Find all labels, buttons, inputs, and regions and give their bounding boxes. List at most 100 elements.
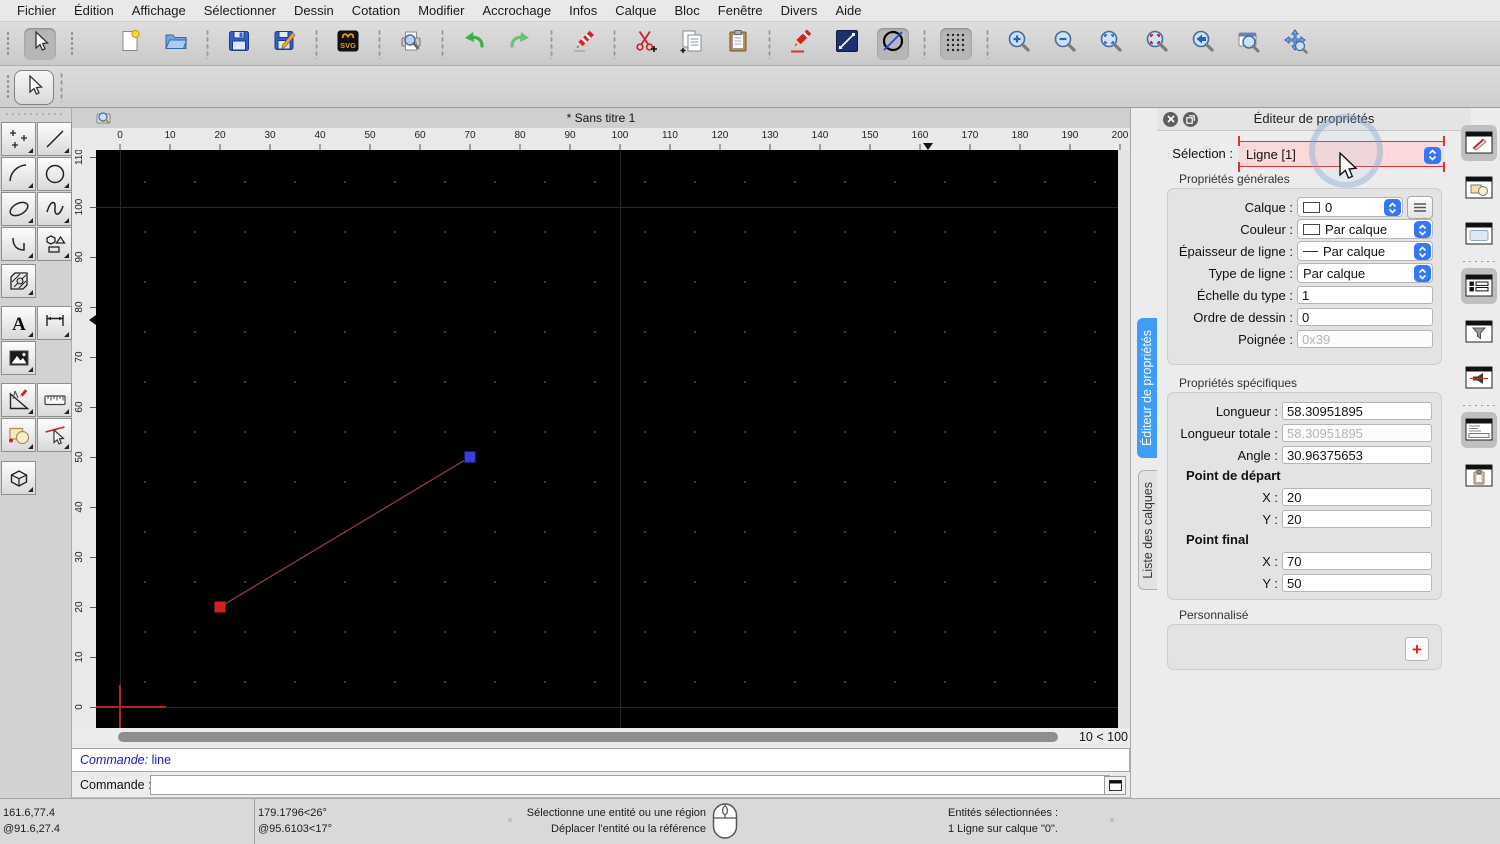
property-input[interactable] <box>1282 488 1432 506</box>
property-input[interactable] <box>1282 510 1432 528</box>
save-as-button[interactable] <box>269 28 301 60</box>
menu-dessin[interactable]: Dessin <box>285 0 343 22</box>
menu-infos[interactable]: Infos <box>560 0 606 22</box>
layer-menu-button[interactable] <box>1407 195 1433 219</box>
tab-property-editor[interactable]: Éditeur de propriétés <box>1137 318 1157 458</box>
property-label: Couleur : <box>1240 221 1293 237</box>
tool-block-button[interactable] <box>1 418 36 452</box>
tool-arc-button[interactable] <box>1 157 36 191</box>
property-input[interactable] <box>1282 402 1432 420</box>
stepper-icon[interactable] <box>1413 221 1431 238</box>
toolbar-grip[interactable] <box>6 74 10 100</box>
tool-ellipse-button[interactable] <box>1 192 36 226</box>
dock-clipboard-window-icon[interactable] <box>1461 458 1497 494</box>
zoom-in-button[interactable] <box>1003 28 1035 60</box>
property-combobox[interactable]: 0 <box>1297 197 1404 217</box>
dock-command-window-icon[interactable] <box>1461 412 1497 448</box>
zoom-auto-button[interactable] <box>1095 28 1127 60</box>
h-scrollbar-thumb[interactable] <box>118 732 1058 742</box>
open-file-button[interactable] <box>160 28 192 60</box>
palette-grip[interactable] <box>4 112 66 116</box>
menu-bloc[interactable]: Bloc <box>665 0 708 22</box>
dock-filter-window-icon[interactable] <box>1461 314 1497 350</box>
property-input[interactable] <box>1282 446 1432 464</box>
property-input[interactable] <box>1297 308 1433 326</box>
dock-block-window-icon[interactable] <box>1461 170 1497 206</box>
tool-ruler-button[interactable] <box>37 383 72 417</box>
copy-button[interactable] <box>676 28 708 60</box>
menu-divers[interactable]: Divers <box>772 0 827 22</box>
menu-fichier[interactable]: Fichier <box>8 0 65 22</box>
line-tool-icon <box>834 28 860 59</box>
zoom-out-button[interactable] <box>1049 28 1081 60</box>
tool-cube-button[interactable] <box>1 461 36 495</box>
toolbar-grip[interactable] <box>6 30 10 57</box>
tool-hatch-button[interactable] <box>1 264 36 298</box>
menu-calque[interactable]: Calque <box>606 0 665 22</box>
delete-button[interactable] <box>567 28 599 60</box>
property-combobox[interactable]: Par calque <box>1297 219 1433 239</box>
tool-circle-button[interactable] <box>37 157 72 191</box>
line-icon-button[interactable] <box>831 28 863 60</box>
property-input[interactable] <box>1297 286 1433 304</box>
print-preview-button[interactable] <box>395 28 427 60</box>
grid-toggle-button[interactable] <box>940 27 972 60</box>
tool-points-button[interactable] <box>1 122 36 156</box>
stepper-icon[interactable] <box>1413 265 1431 282</box>
property-row: Calque : 0 <box>1176 195 1433 219</box>
dock-entity-list-window-icon[interactable] <box>1461 268 1497 304</box>
menu-selectionner[interactable]: Sélectionner <box>195 0 285 22</box>
property-combobox[interactable]: Par calque <box>1297 241 1433 261</box>
document-tab-bar[interactable]: * Sans titre 1 <box>72 108 1130 129</box>
tool-measure-button[interactable] <box>1 383 36 417</box>
new-file-button[interactable] <box>114 28 146 60</box>
select-tool-button[interactable] <box>24 27 56 60</box>
pen-button[interactable] <box>785 28 817 60</box>
menu-aide[interactable]: Aide <box>826 0 870 22</box>
svg-export-button[interactable]: SVG <box>332 28 364 60</box>
command-input[interactable] <box>150 775 1110 795</box>
stepper-icon[interactable] <box>1424 146 1441 164</box>
ruler-icon <box>43 395 66 406</box>
paste-button[interactable] <box>722 28 754 60</box>
redo-button[interactable] <box>504 28 536 60</box>
drawing-canvas[interactable] <box>96 150 1118 728</box>
tool-spline-button[interactable] <box>37 192 72 226</box>
property-combobox[interactable]: Par calque <box>1297 263 1433 283</box>
v-scrollbar-track[interactable] <box>1118 150 1130 728</box>
h-ruler-label: 50 <box>364 130 376 141</box>
tool-dimension-button[interactable] <box>37 306 72 340</box>
save-button[interactable] <box>223 28 255 60</box>
console-toggle-button[interactable] <box>1104 776 1126 795</box>
zoom-previous-button[interactable] <box>1141 28 1173 60</box>
tool-line-button[interactable] <box>37 122 72 156</box>
property-input[interactable] <box>1282 552 1432 570</box>
tool-select-entity-button[interactable] <box>37 418 72 452</box>
toolbar-grip[interactable] <box>70 30 74 57</box>
dock-explode-window-icon[interactable] <box>1461 360 1497 396</box>
select-arrow-button[interactable] <box>14 70 54 105</box>
menu-fenetre[interactable]: Fenêtre <box>709 0 772 22</box>
menu-cotation[interactable]: Cotation <box>343 0 409 22</box>
zoom-pan-button[interactable] <box>1279 28 1311 60</box>
dock-library-window-icon[interactable] <box>1461 216 1497 252</box>
menu-modifier[interactable]: Modifier <box>409 0 473 22</box>
stepper-icon[interactable] <box>1383 199 1401 216</box>
tool-image-button[interactable] <box>1 341 36 375</box>
draft-mode-button[interactable] <box>877 27 909 60</box>
menu-affichage[interactable]: Affichage <box>123 0 195 22</box>
tool-text-button[interactable]: A <box>1 306 36 340</box>
undo-button[interactable] <box>458 28 490 60</box>
tool-shapes-button[interactable] <box>37 227 72 261</box>
zoom-redraw-button[interactable] <box>1187 28 1219 60</box>
tab-layer-list[interactable]: Liste des calques <box>1138 470 1157 590</box>
dock-pen-window-icon[interactable] <box>1461 125 1497 161</box>
menu-accrochage[interactable]: Accrochage <box>473 0 560 22</box>
add-custom-property-button[interactable]: + <box>1405 637 1429 661</box>
menu-edition[interactable]: Édition <box>65 0 123 22</box>
tool-polyline-button[interactable] <box>1 227 36 261</box>
cut-button[interactable] <box>630 28 662 60</box>
zoom-window-button[interactable] <box>1233 28 1265 60</box>
stepper-icon[interactable] <box>1413 243 1431 260</box>
property-input[interactable] <box>1282 574 1432 592</box>
